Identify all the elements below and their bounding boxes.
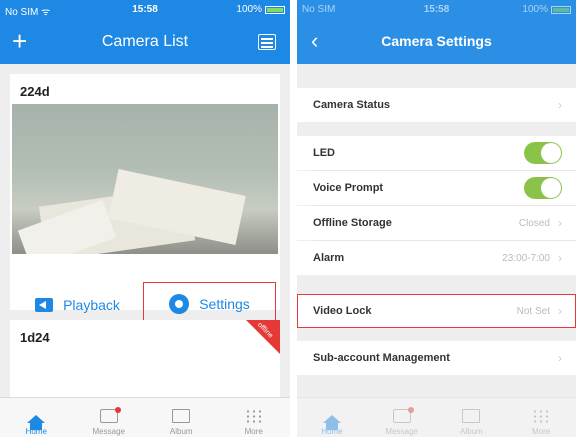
battery-icon xyxy=(265,5,285,14)
tab-more[interactable]: More xyxy=(506,398,576,437)
status-bar: No SIM 15:58 100% xyxy=(297,0,576,20)
led-toggle[interactable] xyxy=(524,142,562,164)
gear-icon xyxy=(169,294,190,314)
tab-home[interactable]: Home xyxy=(0,398,73,437)
battery-icon xyxy=(551,5,571,14)
chevron-right-icon: › xyxy=(558,216,562,230)
camera-card[interactable]: 224d Playback Settings xyxy=(10,74,280,326)
setting-sub-account[interactable]: Sub-account Management › xyxy=(297,341,576,375)
tab-home[interactable]: Home xyxy=(297,398,367,437)
tab-album[interactable]: Album xyxy=(437,398,507,437)
tab-bar: Home Message Album More xyxy=(0,397,290,437)
camera-list-screen: No SIM ᯤ 15:58 100% + Camera List 224d P… xyxy=(0,0,290,437)
home-icon xyxy=(27,415,46,430)
more-icon xyxy=(244,409,263,423)
camera-snapshot[interactable] xyxy=(12,104,278,254)
camera-name: 1d24 xyxy=(20,330,50,345)
message-icon xyxy=(392,407,414,423)
notification-dot xyxy=(114,407,121,413)
camera-card[interactable]: 1d24 offline xyxy=(10,320,280,400)
album-icon xyxy=(172,409,191,423)
status-bar: No SIM ᯤ 15:58 100% xyxy=(0,0,290,20)
chevron-right-icon: › xyxy=(558,251,562,265)
setting-voice-prompt: Voice Prompt xyxy=(297,171,576,205)
notification-dot xyxy=(407,407,414,413)
playback-icon xyxy=(35,298,54,312)
setting-camera-status[interactable]: Camera Status › xyxy=(297,88,576,122)
tab-message[interactable]: Message xyxy=(73,398,146,437)
album-icon xyxy=(462,409,481,423)
list-icon[interactable] xyxy=(258,34,276,50)
page-title: Camera Settings xyxy=(381,33,492,49)
chevron-right-icon: › xyxy=(558,304,562,318)
message-icon xyxy=(99,407,121,423)
tab-message[interactable]: Message xyxy=(367,398,437,437)
camera-settings-screen: No SIM 15:58 100% ‹ Camera Settings Came… xyxy=(297,0,576,437)
setting-alarm[interactable]: Alarm 23:00-7:00 › xyxy=(297,241,576,275)
nav-bar: ‹ Camera Settings xyxy=(297,20,576,64)
setting-offline-storage[interactable]: Offline Storage Closed › xyxy=(297,206,576,240)
tab-more[interactable]: More xyxy=(218,398,291,437)
tab-bar: Home Message Album More xyxy=(297,397,576,437)
tab-album[interactable]: Album xyxy=(145,398,218,437)
chevron-right-icon: › xyxy=(558,98,562,112)
nav-bar: + Camera List xyxy=(0,20,290,64)
battery-status: 100% xyxy=(522,4,571,15)
chevron-right-icon: › xyxy=(558,351,562,365)
setting-led: LED xyxy=(297,136,576,170)
battery-status: 100% xyxy=(236,4,285,15)
voice-prompt-toggle[interactable] xyxy=(524,177,562,199)
page-title: Camera List xyxy=(101,33,189,50)
more-icon xyxy=(532,409,551,423)
camera-preview[interactable]: Playback Settings xyxy=(12,104,278,328)
camera-name: 224d xyxy=(20,84,50,99)
home-icon xyxy=(322,415,341,430)
setting-video-lock[interactable]: Video Lock Not Set › xyxy=(297,294,576,328)
